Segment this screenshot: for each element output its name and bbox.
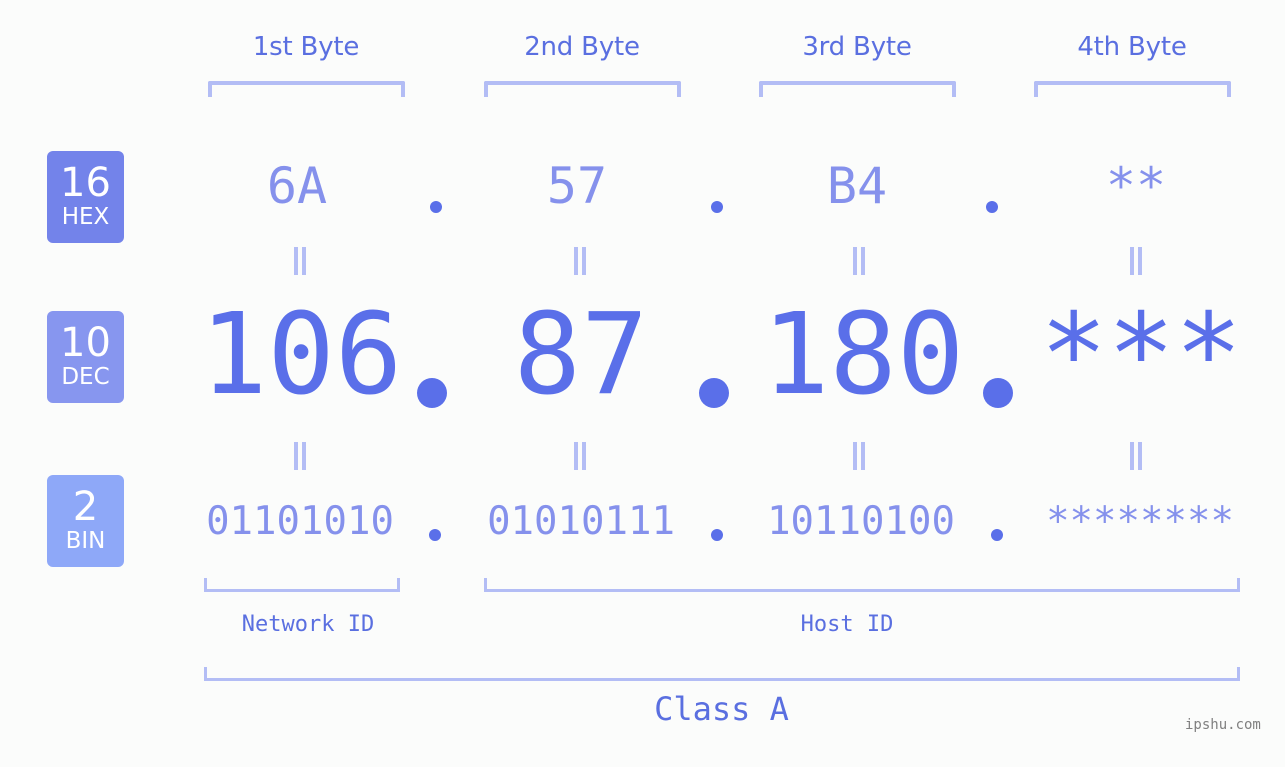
hex-separator-dot bbox=[711, 201, 723, 213]
bin-octet-3: 10110100 bbox=[767, 499, 955, 544]
bin-base-label: BIN bbox=[65, 528, 106, 554]
hex-badge: 16 HEX bbox=[47, 151, 124, 243]
bin-octet-1: 01101010 bbox=[206, 499, 394, 544]
byte-bracket-2 bbox=[484, 81, 681, 97]
byte-bracket-1 bbox=[208, 81, 405, 97]
dec-octet-3: 180 bbox=[762, 290, 965, 420]
equals-icon bbox=[1127, 442, 1143, 470]
bin-octet-4: ******** bbox=[1046, 499, 1234, 544]
dec-base-number: 10 bbox=[60, 320, 111, 366]
byte-header-3: 3rd Byte bbox=[802, 32, 912, 62]
dec-separator-dot bbox=[983, 378, 1013, 408]
equals-icon bbox=[291, 442, 307, 470]
byte-header-1: 1st Byte bbox=[252, 32, 360, 62]
hex-base-label: HEX bbox=[61, 204, 110, 230]
network-id-label: Network ID bbox=[241, 612, 375, 637]
hex-separator-dot bbox=[430, 201, 442, 213]
dec-octet-1: 106 bbox=[200, 290, 403, 420]
ip-class-label: Class A bbox=[654, 690, 789, 728]
bin-separator-dot bbox=[429, 529, 441, 541]
bin-octet-2: 01010111 bbox=[487, 499, 675, 544]
bin-separator-dot bbox=[991, 529, 1003, 541]
byte-header-2: 2nd Byte bbox=[524, 32, 640, 62]
dec-octet-2: 87 bbox=[513, 290, 649, 420]
host-id-bracket bbox=[484, 578, 1240, 592]
hex-octet-1: 6A bbox=[266, 157, 328, 215]
byte-bracket-3 bbox=[759, 81, 956, 97]
hex-separator-dot bbox=[986, 201, 998, 213]
equals-icon bbox=[291, 247, 307, 275]
dec-badge: 10 DEC bbox=[47, 311, 124, 403]
hex-octet-4: ** bbox=[1105, 157, 1167, 215]
bin-badge: 2 BIN bbox=[47, 475, 124, 567]
equals-icon bbox=[571, 442, 587, 470]
equals-icon bbox=[1127, 247, 1143, 275]
bin-base-number: 2 bbox=[72, 484, 99, 530]
dec-octet-4: *** bbox=[1040, 290, 1243, 420]
hex-base-number: 16 bbox=[60, 160, 111, 206]
equals-icon bbox=[850, 442, 866, 470]
equals-icon bbox=[571, 247, 587, 275]
dec-separator-dot bbox=[699, 378, 729, 408]
dec-base-label: DEC bbox=[61, 364, 110, 390]
dec-separator-dot bbox=[417, 378, 447, 408]
hex-octet-2: 57 bbox=[546, 157, 608, 215]
host-id-label: Host ID bbox=[800, 612, 894, 637]
bin-separator-dot bbox=[711, 529, 723, 541]
byte-bracket-4 bbox=[1034, 81, 1231, 97]
hex-octet-3: B4 bbox=[826, 157, 888, 215]
byte-header-4: 4th Byte bbox=[1077, 32, 1187, 62]
watermark: ipshu.com bbox=[1185, 717, 1261, 733]
equals-icon bbox=[850, 247, 866, 275]
class-bracket bbox=[204, 667, 1240, 681]
network-id-bracket bbox=[204, 578, 400, 592]
